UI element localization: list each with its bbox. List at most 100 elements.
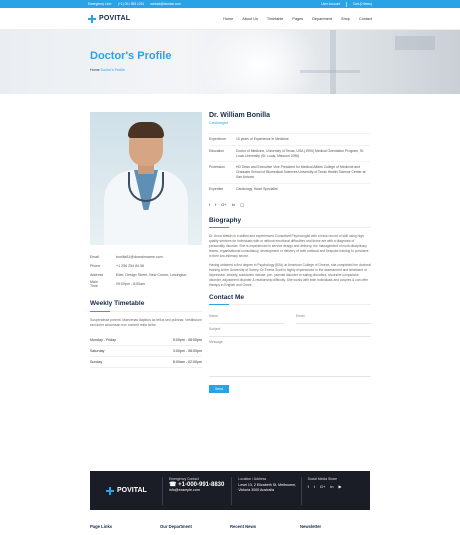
info-key: Main Time — [90, 279, 98, 288]
details-key: Expertise — [209, 186, 224, 191]
info-row: Main Time 09:00pm - 8:00am — [90, 279, 202, 288]
twitter-icon[interactable]: t — [314, 484, 315, 489]
cross-logo-icon — [106, 486, 114, 495]
divider — [346, 1, 347, 7]
facebook-icon[interactable]: f — [209, 202, 210, 207]
footer-address: Level 13, 2 Elizabeth St, Melbourne, Vic… — [238, 482, 297, 492]
cross-logo-icon — [88, 14, 96, 23]
biography-paragraph: Having obtained a first degree in Psycho… — [209, 262, 371, 287]
breadcrumb: Home Doctor's Profile — [90, 68, 125, 72]
info-key: Phone — [90, 263, 101, 268]
footer-phone[interactable]: ☎ +1-000-991-8830 — [169, 481, 231, 488]
youtube-icon[interactable]: ▶ — [338, 484, 341, 489]
biography-title: Biography — [209, 216, 242, 224]
info-phone[interactable]: +1 256 254 84 56 — [116, 264, 144, 268]
banner-decor — [395, 36, 435, 50]
banner-glow — [200, 30, 320, 94]
contact-section: Contact Me Name Email Subject Message Se… — [209, 294, 371, 393]
details-value: Doctor of Medicine, University of Texas,… — [236, 148, 365, 158]
footer-phone-number: +1-000-991-8830 — [178, 481, 225, 488]
nav-home[interactable]: Home — [223, 17, 233, 21]
footer-location: Location / Address Level 13, 2 Elizabeth… — [231, 476, 300, 505]
footer-location-title: Location / Address — [238, 476, 267, 481]
details-key: Education — [209, 148, 225, 153]
footer-email[interactable]: info@example.com — [169, 488, 231, 493]
page-banner: Doctor's Profile Home Doctor's Profile — [0, 30, 460, 94]
doctor-role: Cardiologist — [209, 121, 228, 125]
form-row: Name Email — [209, 311, 371, 324]
details-row: Profession HD Dean and Executive Vice Pre… — [209, 161, 371, 182]
footer-social-icons: f t G+ in ▶ — [308, 484, 370, 489]
linkedin-icon[interactable]: in — [232, 202, 235, 207]
linkedin-icon[interactable]: in — [330, 484, 333, 489]
phone-icon: ☎ — [169, 481, 179, 488]
brand-name: POVITAL — [99, 15, 131, 22]
footer-logo[interactable]: POVITAL — [90, 486, 162, 495]
nav-timetable[interactable]: Timetable — [267, 17, 284, 21]
footer-col-page-links: Page Links — [90, 524, 113, 529]
title-underline — [209, 303, 371, 305]
site-logo[interactable]: POVITAL — [88, 14, 131, 23]
banner-decor — [330, 30, 336, 94]
details-value: HD Dean and Executive Vice President for… — [236, 165, 366, 179]
banner-decor — [300, 70, 360, 73]
contact-form: Name Email Subject Message Send — [209, 311, 371, 393]
main-navbar: POVITAL Home About Us Timetable Pages De… — [0, 8, 460, 30]
timetable-day: Sunday — [90, 360, 103, 364]
user-account-link[interactable]: User Account — [321, 2, 340, 7]
instagram-icon[interactable]: ◯ — [240, 202, 244, 207]
timetable-day: Saturday — [90, 349, 105, 353]
footer-col-news: Recent News — [230, 524, 257, 529]
footer-col-department: Our Department — [160, 524, 192, 529]
doctor-social: f t G+ in ◯ — [209, 202, 371, 207]
photo-hair — [128, 122, 164, 138]
name-field[interactable]: Name — [209, 311, 284, 324]
google-plus-icon[interactable]: G+ — [221, 202, 226, 207]
details-value: 10 years of Experience in Medicine — [236, 137, 289, 141]
breadcrumb-current: Doctor's Profile — [100, 68, 125, 72]
message-field[interactable]: Message — [209, 337, 371, 377]
contact-title: Contact Me — [209, 293, 245, 301]
footer-social: Social Media Share f t G+ in ▶ — [300, 476, 370, 505]
timetable-day: Monday - Friday — [90, 338, 116, 342]
nav-contact[interactable]: Contact — [359, 17, 372, 21]
timetable-row: Monday - Friday 5:00pm - 08:00pm — [90, 335, 202, 346]
timetable-title: Weekly Timetable — [90, 300, 145, 307]
details-row: Expertise Cardiology, Heart Specialist — [209, 182, 371, 195]
biography-section: Biography Dr. Anna Watkin is a skilled a… — [209, 217, 371, 288]
email-field[interactable]: Email — [296, 311, 371, 324]
nav-shop[interactable]: Shop — [341, 17, 350, 21]
subject-field[interactable]: Subject — [209, 324, 371, 337]
timetable-time: 3:00pm - 08:00pm — [172, 349, 202, 353]
doctor-contact-info: Email bonilla51@domainname.com Phone +1 25… — [90, 252, 202, 288]
timetable-time: 8:00am - 02:00pm — [172, 360, 202, 364]
footer-emergency: Emergency Contact ☎ +1-000-991-8830 info… — [162, 476, 231, 505]
doctor-details: Dr. William Bonilla Cardiologist Experie… — [209, 112, 371, 393]
doctor-photo — [90, 112, 202, 245]
timetable-description: Suspendisse potenti. Maecenas dapibus ac… — [90, 318, 202, 327]
footer-bar: POVITAL Emergency Contact ☎ +1-000-991-8… — [90, 471, 370, 510]
nav-about[interactable]: About Us — [242, 17, 258, 21]
details-row: Experience 10 years of Experience in Medi… — [209, 133, 371, 145]
google-plus-icon[interactable]: G+ — [320, 484, 325, 489]
breadcrumb-home[interactable]: Home — [90, 68, 100, 72]
twitter-icon[interactable]: t — [215, 202, 216, 207]
footer-social-title: Social Media Share — [307, 476, 338, 481]
info-row: Address Eder, Design Street, New Corner, … — [90, 270, 202, 279]
cart-link[interactable]: Cart (0 items) — [353, 2, 372, 7]
footer-brand: POVITAL — [117, 487, 147, 494]
info-email[interactable]: bonilla51@domainname.com — [116, 255, 163, 259]
top-email[interactable]: contact@domain.com — [150, 2, 181, 6]
info-key: Address — [90, 272, 104, 277]
main-menu: Home About Us Timetable Pages Department… — [223, 17, 372, 21]
emergency-phone[interactable]: (+1) 001 555 1234 — [118, 2, 144, 6]
nav-department[interactable]: Department — [312, 17, 332, 21]
facebook-icon[interactable]: f — [308, 484, 309, 489]
send-button[interactable]: Send — [209, 384, 229, 393]
timetable-time: 5:00pm - 08:00pm — [172, 338, 202, 342]
nav-pages[interactable]: Pages — [292, 17, 303, 21]
details-value: Cardiology, Heart Specialist — [236, 186, 278, 191]
details-key: Experience — [209, 137, 226, 141]
details-key: Profession — [209, 165, 226, 170]
info-time: 09:00pm - 8:00am — [116, 281, 146, 286]
